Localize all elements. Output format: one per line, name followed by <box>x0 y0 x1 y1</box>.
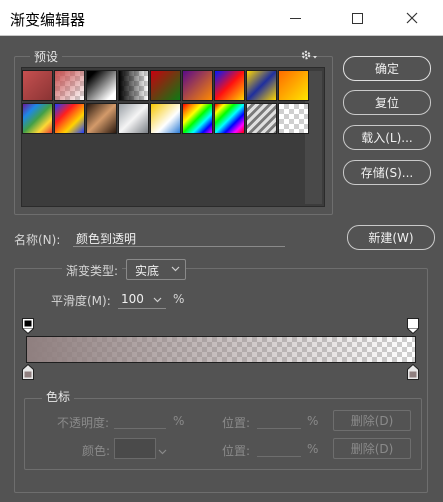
preset-swatch-fill <box>247 71 276 100</box>
opacity-position-field[interactable] <box>257 428 301 429</box>
preset-swatch[interactable] <box>118 70 149 101</box>
delete-opacity-stop-button[interactable]: 删除(D) <box>333 410 411 431</box>
name-input[interactable]: 颜色到透明 <box>76 230 136 247</box>
preset-swatch-fill <box>23 104 52 133</box>
chevron-down-icon <box>171 266 180 272</box>
preset-swatch[interactable] <box>214 70 245 101</box>
color-position-field[interactable] <box>257 456 301 457</box>
opacity-stop-right[interactable] <box>407 318 419 335</box>
window-title: 渐变编辑器 <box>10 11 86 29</box>
close-button[interactable] <box>389 0 435 36</box>
delete-opacity-stop-label: 删除(D) <box>350 414 394 428</box>
preset-swatch[interactable] <box>246 103 277 134</box>
stops-group <box>24 398 422 470</box>
preset-swatch-fill <box>23 71 52 100</box>
minimize-icon <box>289 17 301 19</box>
preset-swatch-fill <box>119 104 148 133</box>
preset-swatch-fill <box>215 71 244 100</box>
save-button[interactable]: 存储(S)... <box>343 160 431 185</box>
preset-swatch[interactable] <box>54 70 85 101</box>
preset-swatch[interactable] <box>22 70 53 101</box>
preset-swatch-fill <box>55 104 84 133</box>
name-input-underline <box>73 246 285 247</box>
gradient-type-label: 渐变类型: <box>62 262 123 279</box>
color-position-unit: % <box>307 442 319 456</box>
color-label: 颜色: <box>82 444 111 458</box>
preset-swatch[interactable] <box>86 70 117 101</box>
close-icon <box>406 12 418 24</box>
color-stop-left[interactable] <box>22 363 34 380</box>
preset-swatch[interactable] <box>278 70 309 101</box>
gradient-fill <box>27 337 415 362</box>
title-bar: 渐变编辑器 <box>0 0 443 36</box>
reset-button[interactable]: 复位 <box>343 90 431 115</box>
smoothness-unit: % <box>173 292 185 306</box>
ok-button[interactable]: 确定 <box>343 56 431 81</box>
delete-color-stop-button[interactable]: 删除(D) <box>333 438 411 459</box>
preset-swatch[interactable] <box>86 103 117 134</box>
gradient-type-select[interactable]: 实底 <box>126 259 186 280</box>
color-swatch-dropdown[interactable] <box>158 444 167 458</box>
maximize-button[interactable] <box>334 0 380 36</box>
preset-swatch[interactable] <box>278 103 309 134</box>
preset-swatch-fill <box>151 71 180 100</box>
maximize-icon <box>351 12 363 24</box>
smoothness-value: 100 <box>121 292 144 306</box>
color-stop-right[interactable] <box>407 363 419 380</box>
load-button[interactable]: 载入(L)... <box>343 125 431 150</box>
opacity-position-label: 位置: <box>222 416 251 430</box>
preset-swatch[interactable] <box>246 70 277 101</box>
opacity-unit: % <box>173 414 185 428</box>
opacity-field[interactable] <box>114 428 166 429</box>
preset-swatch[interactable] <box>150 103 181 134</box>
preset-swatch[interactable] <box>182 70 213 101</box>
opacity-label: 不透明度: <box>57 416 110 430</box>
smoothness-field[interactable]: 100 <box>118 290 166 309</box>
gradient-bar[interactable] <box>26 336 416 363</box>
chevron-down-icon <box>158 449 167 455</box>
preset-swatch[interactable] <box>214 103 245 134</box>
new-button[interactable]: 新建(W) <box>347 225 435 250</box>
preset-swatch-fill <box>215 104 244 133</box>
preset-swatch-fill <box>87 104 116 133</box>
color-swatch[interactable] <box>114 438 156 459</box>
preset-swatch-fill <box>183 104 212 133</box>
opacity-position-unit: % <box>307 414 319 428</box>
minimize-button[interactable] <box>272 0 318 36</box>
preset-swatch-fill <box>151 104 180 133</box>
preset-swatch-fill <box>279 71 308 100</box>
gradient-type-value: 实底 <box>135 264 160 278</box>
preset-swatch[interactable] <box>22 103 53 134</box>
preset-swatch-fill <box>247 104 276 133</box>
preset-swatch[interactable] <box>150 70 181 101</box>
preset-swatch[interactable] <box>118 103 149 134</box>
chevron-down-icon <box>153 297 162 303</box>
color-position-label: 位置: <box>222 444 251 458</box>
presets-legend: 预设 <box>30 48 63 65</box>
preset-swatch[interactable] <box>54 103 85 134</box>
opacity-stop-left[interactable] <box>22 318 34 335</box>
stops-legend: 色标 <box>42 388 75 405</box>
preset-swatch[interactable] <box>182 103 213 134</box>
smoothness-label: 平滑度(M): <box>51 294 111 308</box>
name-label: 名称(N): <box>14 233 61 247</box>
preset-swatch-fill <box>119 71 148 100</box>
preset-swatch-fill <box>87 71 116 100</box>
preset-swatch-fill <box>55 71 84 100</box>
gear-icon[interactable] <box>300 48 320 62</box>
preset-swatch-fill <box>183 71 212 100</box>
delete-color-stop-label: 删除(D) <box>350 442 394 456</box>
